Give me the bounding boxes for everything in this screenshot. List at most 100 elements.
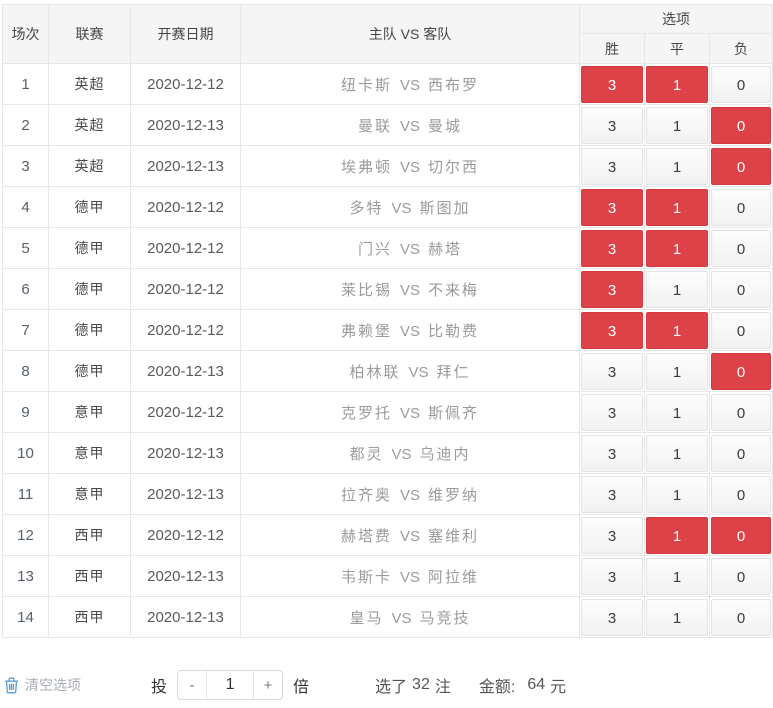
date-cell: 2020-12-13 [131,474,241,515]
option-win-button[interactable]: 3 [581,107,643,144]
option-draw-button[interactable]: 1 [646,107,708,144]
away-team-label: 塞维利 [428,528,479,545]
bet-prefix-label: 投 [151,673,167,697]
option-draw-button[interactable]: 1 [646,312,708,349]
option-draw-button[interactable]: 1 [646,66,708,103]
option-lose-button[interactable]: 0 [711,66,771,103]
league-cell: 德甲 [49,269,131,310]
away-team-label: 曼城 [428,118,462,135]
option-win-button[interactable]: 3 [581,312,643,349]
match-teams-cell: 纽卡斯VS西布罗 [241,64,580,105]
option-draw-button[interactable]: 1 [646,148,708,185]
away-team-label: 乌迪内 [420,446,471,463]
vs-label: VS [391,446,411,463]
home-team-label: 纽卡斯 [341,77,392,94]
option-lose-button[interactable]: 0 [711,394,771,431]
option-win-button[interactable]: 3 [581,66,643,103]
option-draw-button[interactable]: 1 [646,558,708,595]
multiplier-input[interactable] [207,671,253,699]
table-row: 7德甲2020-12-12弗赖堡VS比勒费310 [3,310,773,351]
league-cell: 意甲 [49,433,131,474]
table-row: 14西甲2020-12-13皇马VS马竞技310 [3,597,773,638]
option-win-button[interactable]: 3 [581,353,643,390]
date-cell: 2020-12-12 [131,515,241,556]
league-cell: 意甲 [49,474,131,515]
multiplier-increase-button[interactable]: + [253,671,282,699]
option-lose-button[interactable]: 0 [711,353,771,390]
option-win-button[interactable]: 3 [581,558,643,595]
vs-label: VS [400,282,420,299]
league-cell: 德甲 [49,310,131,351]
option-lose-button[interactable]: 0 [711,148,771,185]
option-lose-button[interactable]: 0 [711,189,771,226]
option-win-button[interactable]: 3 [581,148,643,185]
option-lose-button[interactable]: 0 [711,107,771,144]
match-number-cell: 6 [3,269,49,310]
option-draw-button[interactable]: 1 [646,435,708,472]
option-cell-win: 3 [580,310,645,351]
option-draw-button[interactable]: 1 [646,353,708,390]
option-cell-win: 3 [580,105,645,146]
option-lose-button[interactable]: 0 [711,599,771,636]
home-team-label: 弗赖堡 [341,323,392,340]
option-draw-button[interactable]: 1 [646,271,708,308]
option-win-button[interactable]: 3 [581,230,643,267]
option-draw-button[interactable]: 1 [646,189,708,226]
option-win-button[interactable]: 3 [581,435,643,472]
date-cell: 2020-12-13 [131,351,241,392]
option-lose-button[interactable]: 0 [711,271,771,308]
match-number-cell: 2 [3,105,49,146]
league-cell: 德甲 [49,228,131,269]
home-team-label: 赫塔费 [341,528,392,545]
home-team-label: 多特 [349,200,383,217]
option-cell-win: 3 [580,228,645,269]
league-cell: 德甲 [49,351,131,392]
table-header: 场次 联赛 开赛日期 主队 VS 客队 选项 胜 平 负 [3,5,773,64]
option-draw-button[interactable]: 1 [646,599,708,636]
option-cell-lose: 0 [710,433,773,474]
away-team-label: 斯图加 [420,200,471,217]
option-win-button[interactable]: 3 [581,271,643,308]
option-lose-button[interactable]: 0 [711,476,771,513]
date-cell: 2020-12-13 [131,597,241,638]
match-teams-cell: 柏林联VS拜仁 [241,351,580,392]
match-number-cell: 10 [3,433,49,474]
multiplier-decrease-button[interactable]: - [178,671,207,699]
option-lose-button[interactable]: 0 [711,435,771,472]
header-date: 开赛日期 [131,5,241,64]
multiplier-group: 投 - + 倍 [151,670,309,700]
table-row: 1英超2020-12-12纽卡斯VS西布罗310 [3,64,773,105]
table-row: 8德甲2020-12-13柏林联VS拜仁310 [3,351,773,392]
option-lose-button[interactable]: 0 [711,517,771,554]
header-win: 胜 [580,34,645,64]
option-cell-lose: 0 [710,474,773,515]
option-win-button[interactable]: 3 [581,517,643,554]
header-options: 选项 [580,5,773,34]
vs-label: VS [400,241,420,258]
option-win-button[interactable]: 3 [581,599,643,636]
option-win-button[interactable]: 3 [581,189,643,226]
option-win-button[interactable]: 3 [581,394,643,431]
match-teams-cell: 都灵 VS 乌迪内 [241,433,580,474]
option-lose-button[interactable]: 0 [711,230,771,267]
option-cell-draw: 1 [645,556,710,597]
option-cell-lose: 0 [710,515,773,556]
option-draw-button[interactable]: 1 [646,476,708,513]
match-number-cell: 1 [3,64,49,105]
home-team-label: 拉齐奥 [341,487,392,504]
option-lose-button[interactable]: 0 [711,558,771,595]
clear-options-button[interactable]: 清空选项 [4,675,81,695]
header-league: 联赛 [49,5,131,64]
header-match: 主队 VS 客队 [241,5,580,64]
match-teams-cell: 多特VS斯图加 [241,187,580,228]
option-cell-lose: 0 [710,146,773,187]
amount-value: 64 [527,676,545,694]
option-lose-button[interactable]: 0 [711,312,771,349]
option-win-button[interactable]: 3 [581,476,643,513]
option-draw-button[interactable]: 1 [646,230,708,267]
home-team-label: 都灵 [349,446,383,463]
option-draw-button[interactable]: 1 [646,394,708,431]
selected-suffix-label: 注 [435,673,451,697]
vs-label: VS [400,487,420,504]
option-draw-button[interactable]: 1 [646,517,708,554]
